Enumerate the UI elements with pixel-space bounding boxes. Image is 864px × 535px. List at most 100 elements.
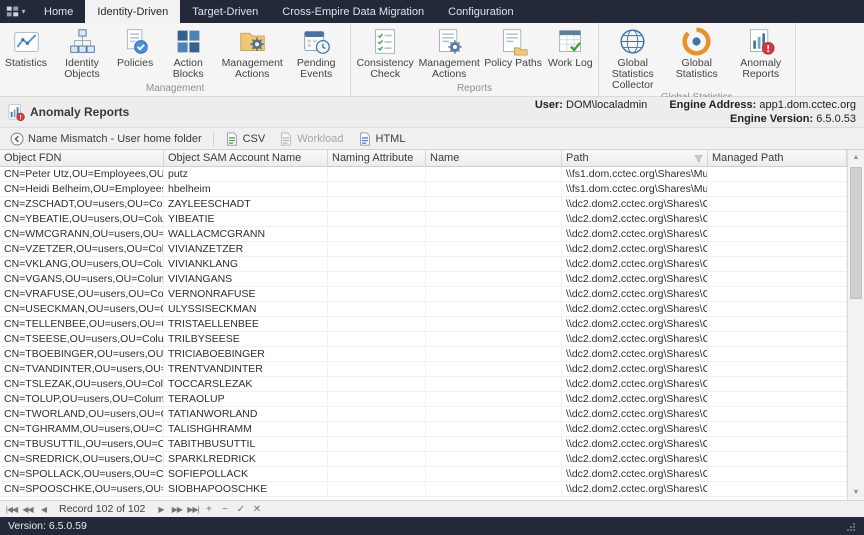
table-row[interactable]: CN=Peter Utz,OU=Employees,OU...putz\\fs1… (0, 167, 847, 182)
ribbon-button-reports-management-actions[interactable]: Management Actions (417, 24, 481, 81)
table-cell: \\dc2.dom2.cctec.org\Shares\Colu... (562, 392, 708, 406)
nav-first-button[interactable]: |◀◀ (5, 505, 18, 514)
table-cell (328, 197, 426, 211)
table-cell (426, 377, 562, 391)
table-row[interactable]: CN=TSLEZAK,OU=users,OU=Colu...TOCCARSLEZ… (0, 377, 847, 392)
table-cell (328, 437, 426, 451)
csv-file-icon (225, 132, 239, 146)
table-cell: CN=VKLANG,OU=users,OU=Colu... (0, 257, 164, 271)
tab-configuration[interactable]: Configuration (436, 0, 525, 23)
table-cell (426, 407, 562, 421)
table-cell (328, 332, 426, 346)
scroll-up-arrow-icon[interactable]: ▲ (848, 150, 864, 165)
nav-last-button[interactable]: ▶▶| (186, 505, 199, 514)
grid-body: CN=Peter Utz,OU=Employees,OU...putz\\fs1… (0, 167, 847, 500)
column-header-managed-path[interactable]: Managed Path (708, 150, 847, 166)
ribbon-button-reports-consistency-check[interactable]: Consistency Check (353, 24, 417, 81)
table-row[interactable]: CN=TOLUP,OU=users,OU=Colum...TERAOLUP\\d… (0, 392, 847, 407)
ribbon-button-management-policies[interactable]: Policies (114, 24, 156, 70)
table-cell: CN=TGHRAMM,OU=users,OU=Co... (0, 422, 164, 436)
user-info: User: DOM\localadmin (535, 98, 648, 112)
table-cell: putz (164, 167, 328, 181)
export-html-button[interactable]: HTML (352, 130, 412, 148)
table-row[interactable]: CN=TGHRAMM,OU=users,OU=Co...TALISHGHRAMM… (0, 422, 847, 437)
ribbon-button-management-statistics[interactable]: Statistics (2, 24, 50, 70)
table-row[interactable]: CN=USECKMAN,OU=users,OU=C...ULYSSISECKMA… (0, 302, 847, 317)
ribbon-button-label: Action Blocks (159, 58, 217, 80)
table-row[interactable]: CN=ZSCHADT,OU=users,OU=Col...ZAYLEESCHAD… (0, 197, 847, 212)
vertical-scrollbar[interactable]: ▲ ▼ (847, 150, 864, 500)
workload-file-icon (279, 132, 293, 146)
ribbon-button-reports-policy-paths[interactable]: Policy Paths (481, 24, 545, 70)
table-cell: \\dc2.dom2.cctec.org\Shares\Colu... (562, 422, 708, 436)
table-cell: \\dc2.dom2.cctec.org\Shares\Colu... (562, 347, 708, 361)
nav-rewind-button[interactable]: ◀◀ (21, 505, 34, 514)
ribbon-button-global-statistics-global-statistics-collector[interactable]: Global Statistics Collector (601, 24, 665, 92)
column-header-object-fdn[interactable]: Object FDN (0, 150, 164, 166)
tab-target-driven[interactable]: Target-Driven (180, 0, 270, 23)
nav-cancel-button[interactable]: ✕ (250, 504, 263, 515)
ribbon-button-management-identity-objects[interactable]: Identity Objects (50, 24, 114, 81)
table-cell: \\dc2.dom2.cctec.org\Shares\Colu... (562, 242, 708, 256)
table-row[interactable]: CN=VGANS,OU=users,OU=Colum...VIVIANGANS\… (0, 272, 847, 287)
tab-home[interactable]: Home (32, 0, 85, 23)
column-header-naming-attribute[interactable]: Naming Attribute (328, 150, 426, 166)
table-cell (426, 272, 562, 286)
ribbon-button-global-statistics-anomaly-reports[interactable]: Anomaly Reports (729, 24, 793, 81)
nav-confirm-button[interactable]: ✓ (234, 504, 247, 515)
table-row[interactable]: CN=VKLANG,OU=users,OU=Colu...VIVIANKLANG… (0, 257, 847, 272)
table-row[interactable]: CN=TSEESE,OU=users,OU=Colum...TRILBYSEES… (0, 332, 847, 347)
ribbon-button-management-action-blocks[interactable]: Action Blocks (156, 24, 220, 81)
export-csv-button[interactable]: CSV (219, 130, 272, 148)
table-row[interactable]: CN=TVANDINTER,OU=users,OU=...TRENTVANDIN… (0, 362, 847, 377)
table-row[interactable]: CN=TWORLAND,OU=users,OU=C...TATIANWORLAN… (0, 407, 847, 422)
anomaly-reports-icon (6, 103, 25, 122)
table-row[interactable]: CN=TBOEBINGER,OU=users,OU=...TRICIABOEBI… (0, 347, 847, 362)
table-row[interactable]: CN=SPOLLACK,OU=users,OU=Col...SOFIEPOLLA… (0, 467, 847, 482)
table-row[interactable]: CN=TBUSUTTIL,OU=users,OU=Col...TABITHBUS… (0, 437, 847, 452)
column-header-path[interactable]: Path (562, 150, 708, 166)
identity-objects-icon (68, 27, 97, 56)
column-header-object-sam-account-name[interactable]: Object SAM Account Name (164, 150, 328, 166)
app-grid-icon (6, 5, 19, 18)
scrollbar-thumb[interactable] (850, 167, 862, 299)
nav-forward-button[interactable]: ▶▶ (170, 505, 183, 514)
ribbon-button-reports-work-log[interactable]: Work Log (545, 24, 596, 70)
column-header-name[interactable]: Name (426, 150, 562, 166)
resize-grip-icon[interactable] (845, 521, 856, 532)
grid-area: Object FDNObject SAM Account NameNaming … (0, 150, 864, 500)
table-row[interactable]: CN=Heidi Belheim,OU=Employees...hbelheim… (0, 182, 847, 197)
app-menu-button[interactable]: ▾ (0, 0, 32, 23)
table-row[interactable]: CN=SREDRICK,OU=users,OU=Col...SPARKLREDR… (0, 452, 847, 467)
ribbon-button-management-pending-events[interactable]: Pending Events (284, 24, 348, 81)
table-row[interactable]: CN=SPOOSCHKE,OU=users,OU=...SIOBHAPOOSCH… (0, 482, 847, 497)
page-title: Anomaly Reports (30, 105, 129, 119)
filter-funnel-icon[interactable] (694, 154, 703, 163)
work-log-icon (556, 27, 585, 56)
table-row[interactable]: CN=VRAFUSE,OU=users,OU=Col...VERNONRAFUS… (0, 287, 847, 302)
ribbon-button-management-management-actions[interactable]: Management Actions (220, 24, 284, 81)
table-row[interactable]: CN=WMCGRANN,OU=users,OU=...WALLACMCGRANN… (0, 227, 847, 242)
nav-prev-button[interactable]: ◀ (37, 505, 50, 514)
nav-append-button[interactable]: + (202, 504, 215, 515)
table-cell (328, 452, 426, 466)
scrollbar-track[interactable] (848, 165, 864, 485)
tab-cross-empire-data-migration[interactable]: Cross-Empire Data Migration (270, 0, 436, 23)
tab-identity-driven[interactable]: Identity-Driven (85, 0, 180, 23)
ribbon-button-label: Work Log (548, 58, 593, 69)
table-cell: VERNONRAFUSE (164, 287, 328, 301)
table-row[interactable]: CN=TELLENBEE,OU=users,OU=Co...TRISTAELLE… (0, 317, 847, 332)
nav-next-button[interactable]: ▶ (154, 505, 167, 514)
nav-delete-button[interactable]: − (218, 504, 231, 515)
table-row[interactable]: CN=YBEATIE,OU=users,OU=Colu...YIBEATIE\\… (0, 212, 847, 227)
scroll-down-arrow-icon[interactable]: ▼ (848, 485, 864, 500)
table-cell: CN=VZETZER,OU=users,OU=Colu... (0, 242, 164, 256)
ribbon-button-global-statistics-global-statistics[interactable]: Global Statistics (665, 24, 729, 81)
table-cell: CN=TVANDINTER,OU=users,OU=... (0, 362, 164, 376)
table-cell (426, 182, 562, 196)
back-button[interactable]: Name Mismatch - User home folder (4, 130, 208, 148)
action-blocks-icon (174, 27, 203, 56)
table-cell: ZAYLEESCHADT (164, 197, 328, 211)
table-row[interactable]: CN=VZETZER,OU=users,OU=Colu...VIVIANZETZ… (0, 242, 847, 257)
table-cell (426, 482, 562, 496)
